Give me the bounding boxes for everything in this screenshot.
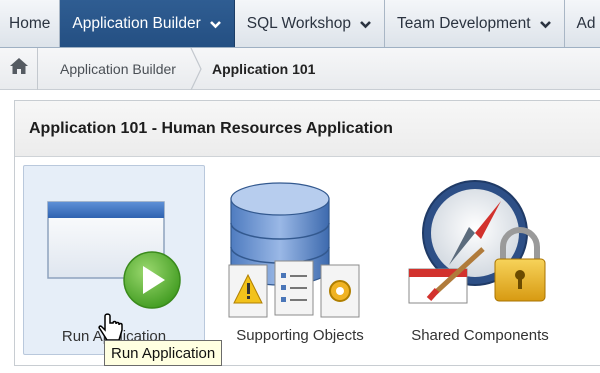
shared-components-icon bbox=[408, 180, 546, 304]
supporting-objects-label: Supporting Objects bbox=[236, 327, 364, 344]
run-application-icon bbox=[47, 201, 181, 309]
tab-application-builder-label: Application Builder bbox=[72, 15, 201, 32]
tab-sql-workshop-label: SQL Workshop bbox=[246, 15, 351, 32]
breadcrumb-label: Application 101 bbox=[211, 60, 316, 77]
breadcrumb-item-application-builder[interactable]: Application Builder bbox=[38, 48, 190, 90]
breadcrumb: Application Builder Application 101 bbox=[0, 47, 600, 90]
tab-team-development[interactable]: Team Development bbox=[385, 0, 565, 47]
breadcrumb-label: Application Builder bbox=[60, 60, 176, 77]
tab-team-development-label: Team Development bbox=[397, 15, 531, 32]
breadcrumb-separator bbox=[190, 47, 202, 90]
chevron-down-icon[interactable] bbox=[209, 18, 222, 31]
chevron-down-icon[interactable] bbox=[359, 18, 372, 31]
panel-title: Application 101 - Human Resources Applic… bbox=[15, 101, 600, 157]
breadcrumb-item-current: Application 101 bbox=[190, 47, 329, 90]
shared-components-label: Shared Components bbox=[411, 327, 549, 344]
shared-components-tile[interactable]: Shared Components bbox=[391, 165, 569, 355]
tab-administration-label: Ad bbox=[576, 15, 596, 32]
supporting-objects-icon bbox=[228, 182, 360, 318]
tab-administration[interactable]: Ad bbox=[565, 0, 600, 47]
tab-home[interactable]: Home bbox=[0, 0, 61, 47]
home-icon bbox=[9, 57, 29, 80]
tab-application-builder[interactable]: Application Builder bbox=[60, 0, 235, 47]
tab-home-label: Home bbox=[9, 15, 51, 32]
tooltip: Run Application bbox=[104, 340, 223, 366]
top-navigation: Home Application Builder SQL Workshop Te… bbox=[0, 0, 600, 48]
supporting-objects-tile[interactable]: Supporting Objects bbox=[211, 165, 389, 355]
breadcrumb-home[interactable] bbox=[0, 47, 38, 90]
tab-sql-workshop[interactable]: SQL Workshop bbox=[235, 0, 385, 47]
chevron-down-icon[interactable] bbox=[539, 18, 552, 31]
